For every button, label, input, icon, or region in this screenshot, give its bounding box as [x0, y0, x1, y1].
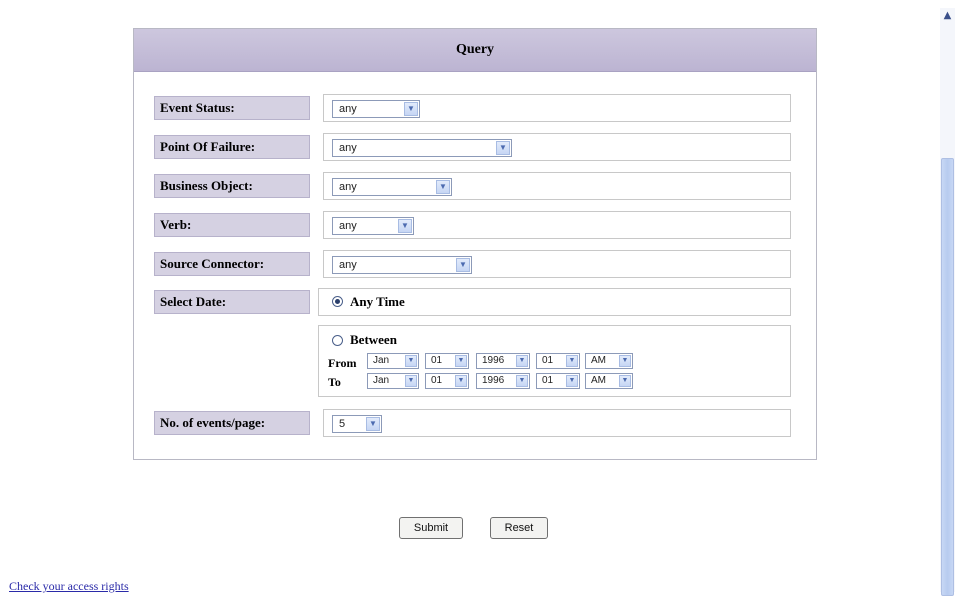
any-time-cell: Any Time [318, 288, 791, 316]
from-day-select[interactable]: 01 ▼ [425, 353, 469, 369]
chevron-down-icon[interactable]: ▼ [404, 102, 418, 116]
between-cell: Between From Jan ▼ 01 ▼ 1996 ▼ 01 ▼ AM ▼ To J… [318, 325, 791, 397]
point-of-failure-select[interactable]: any ▼ [332, 139, 512, 157]
chevron-down-icon[interactable]: ▼ [516, 355, 528, 367]
source-connector-value: any [339, 259, 357, 271]
business-object-cell: any ▼ [323, 172, 791, 200]
from-label: From [328, 356, 357, 370]
to-month-value: Jan [373, 375, 390, 386]
chevron-down-icon[interactable]: ▼ [455, 355, 467, 367]
to-label: To [328, 375, 341, 389]
from-year-value: 1996 [482, 355, 505, 366]
event-status-label: Event Status: [154, 96, 310, 120]
chevron-down-icon[interactable]: ▼ [455, 375, 467, 387]
chevron-down-icon[interactable]: ▼ [496, 141, 510, 155]
event-status-value: any [339, 103, 357, 115]
chevron-down-icon[interactable]: ▼ [516, 375, 528, 387]
business-object-select[interactable]: any ▼ [332, 178, 452, 196]
chevron-down-icon[interactable]: ▼ [566, 355, 578, 367]
from-ampm-select[interactable]: AM ▼ [585, 353, 633, 369]
chevron-down-icon[interactable]: ▼ [436, 180, 450, 194]
from-month-value: Jan [373, 355, 390, 366]
source-connector-select[interactable]: any ▼ [332, 256, 472, 274]
events-per-page-select[interactable]: 5 ▼ [332, 415, 382, 433]
verb-label: Verb: [154, 213, 310, 237]
from-ampm-value: AM [591, 355, 606, 366]
to-day-select[interactable]: 01 ▼ [425, 373, 469, 389]
any-time-label: Any Time [350, 294, 405, 309]
point-of-failure-value: any [339, 142, 357, 154]
select-date-label: Select Date: [154, 290, 310, 314]
verb-value: any [339, 220, 357, 232]
event-status-select[interactable]: any ▼ [332, 100, 420, 118]
scroll-up-arrow-icon[interactable]: ▲ [942, 10, 953, 22]
between-label: Between [350, 332, 397, 347]
to-year-select[interactable]: 1996 ▼ [476, 373, 530, 389]
events-per-page-value: 5 [339, 418, 346, 430]
chevron-down-icon[interactable]: ▼ [456, 258, 470, 272]
events-per-page-cell: 5 ▼ [323, 409, 791, 437]
any-time-radio[interactable] [332, 296, 343, 307]
point-of-failure-label: Point Of Failure: [154, 135, 310, 159]
from-year-select[interactable]: 1996 ▼ [476, 353, 530, 369]
from-hour-value: 01 [542, 355, 554, 366]
chevron-down-icon[interactable]: ▼ [366, 417, 380, 431]
business-object-label: Business Object: [154, 174, 310, 198]
submit-button[interactable]: Submit [399, 517, 463, 539]
from-month-select[interactable]: Jan ▼ [367, 353, 419, 369]
to-month-select[interactable]: Jan ▼ [367, 373, 419, 389]
point-of-failure-cell: any ▼ [323, 133, 791, 161]
from-hour-select[interactable]: 01 ▼ [536, 353, 580, 369]
chevron-down-icon[interactable]: ▼ [619, 355, 631, 367]
to-year-value: 1996 [482, 375, 505, 386]
chevron-down-icon[interactable]: ▼ [398, 219, 412, 233]
chevron-down-icon[interactable]: ▼ [405, 375, 417, 387]
to-ampm-select[interactable]: AM ▼ [585, 373, 633, 389]
check-access-rights-link[interactable]: Check your access rights [9, 579, 129, 594]
to-hour-value: 01 [542, 375, 554, 386]
chevron-down-icon[interactable]: ▼ [405, 355, 417, 367]
event-status-cell: any ▼ [323, 94, 791, 122]
verb-select[interactable]: any ▼ [332, 217, 414, 235]
chevron-down-icon[interactable]: ▼ [566, 375, 578, 387]
from-day-value: 01 [431, 355, 443, 366]
to-hour-select[interactable]: 01 ▼ [536, 373, 580, 389]
scrollbar-thumb[interactable] [941, 158, 954, 596]
source-connector-label: Source Connector: [154, 252, 310, 276]
source-connector-cell: any ▼ [323, 250, 791, 278]
between-radio[interactable] [332, 335, 343, 346]
panel-title: Query [134, 29, 816, 72]
reset-button[interactable]: Reset [490, 517, 548, 539]
chevron-down-icon[interactable]: ▼ [619, 375, 631, 387]
verb-cell: any ▼ [323, 211, 791, 239]
events-per-page-label: No. of events/page: [154, 411, 310, 435]
to-day-value: 01 [431, 375, 443, 386]
vertical-scrollbar[interactable]: ▲ [940, 8, 955, 596]
to-ampm-value: AM [591, 375, 606, 386]
business-object-value: any [339, 181, 357, 193]
